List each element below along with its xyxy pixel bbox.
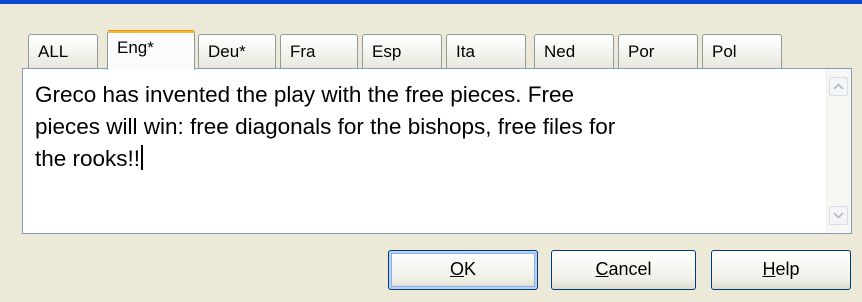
scroll-up-button[interactable] (829, 77, 848, 96)
tab-deu[interactable]: Deu* (198, 34, 276, 68)
window-top-edge (0, 0, 862, 4)
tab-label: Deu* (208, 42, 246, 61)
tab-all[interactable]: ALL (28, 34, 98, 68)
tab-label: Ned (544, 42, 576, 61)
help-label: elp (775, 259, 800, 279)
tab-ita[interactable]: Ita (446, 34, 526, 68)
cancel-label: ancel (608, 259, 652, 279)
editor-text-area[interactable]: Greco has invented the play with the fre… (35, 79, 811, 175)
tab-label: Ita (456, 42, 475, 61)
tab-label: Pol (712, 42, 737, 61)
tab-fra[interactable]: Fra (280, 34, 358, 68)
vertical-scrollbar[interactable] (826, 69, 851, 233)
language-tabstrip: ALL Eng* Deu* Fra Esp Ita Ned Por Pol (28, 30, 828, 70)
tab-ned[interactable]: Ned (534, 34, 614, 68)
tab-eng[interactable]: Eng* (107, 30, 195, 70)
annotation-editor[interactable]: Greco has invented the play with the fre… (22, 68, 852, 234)
ok-mnemonic: O (449, 259, 464, 279)
ok-label: K (464, 259, 477, 279)
tab-label: Esp (372, 42, 402, 61)
scroll-down-button[interactable] (829, 206, 848, 225)
chevron-down-icon (833, 212, 844, 219)
tab-por[interactable]: Por (618, 34, 698, 68)
annotation-text: Greco has invented the play with the fre… (35, 82, 616, 171)
tab-esp[interactable]: Esp (362, 34, 442, 68)
tab-label: Fra (290, 42, 316, 61)
help-button[interactable]: Help (711, 250, 851, 290)
cancel-mnemonic: C (595, 259, 609, 279)
tab-pol[interactable]: Pol (702, 34, 782, 68)
tab-label: Por (628, 42, 655, 61)
tab-label: ALL (38, 42, 69, 61)
chevron-up-icon (833, 83, 844, 90)
text-caret (141, 145, 144, 170)
tab-label: Eng* (117, 38, 154, 57)
help-mnemonic: H (762, 259, 776, 279)
ok-button[interactable]: OK (388, 250, 538, 290)
cancel-button[interactable]: Cancel (551, 250, 696, 290)
